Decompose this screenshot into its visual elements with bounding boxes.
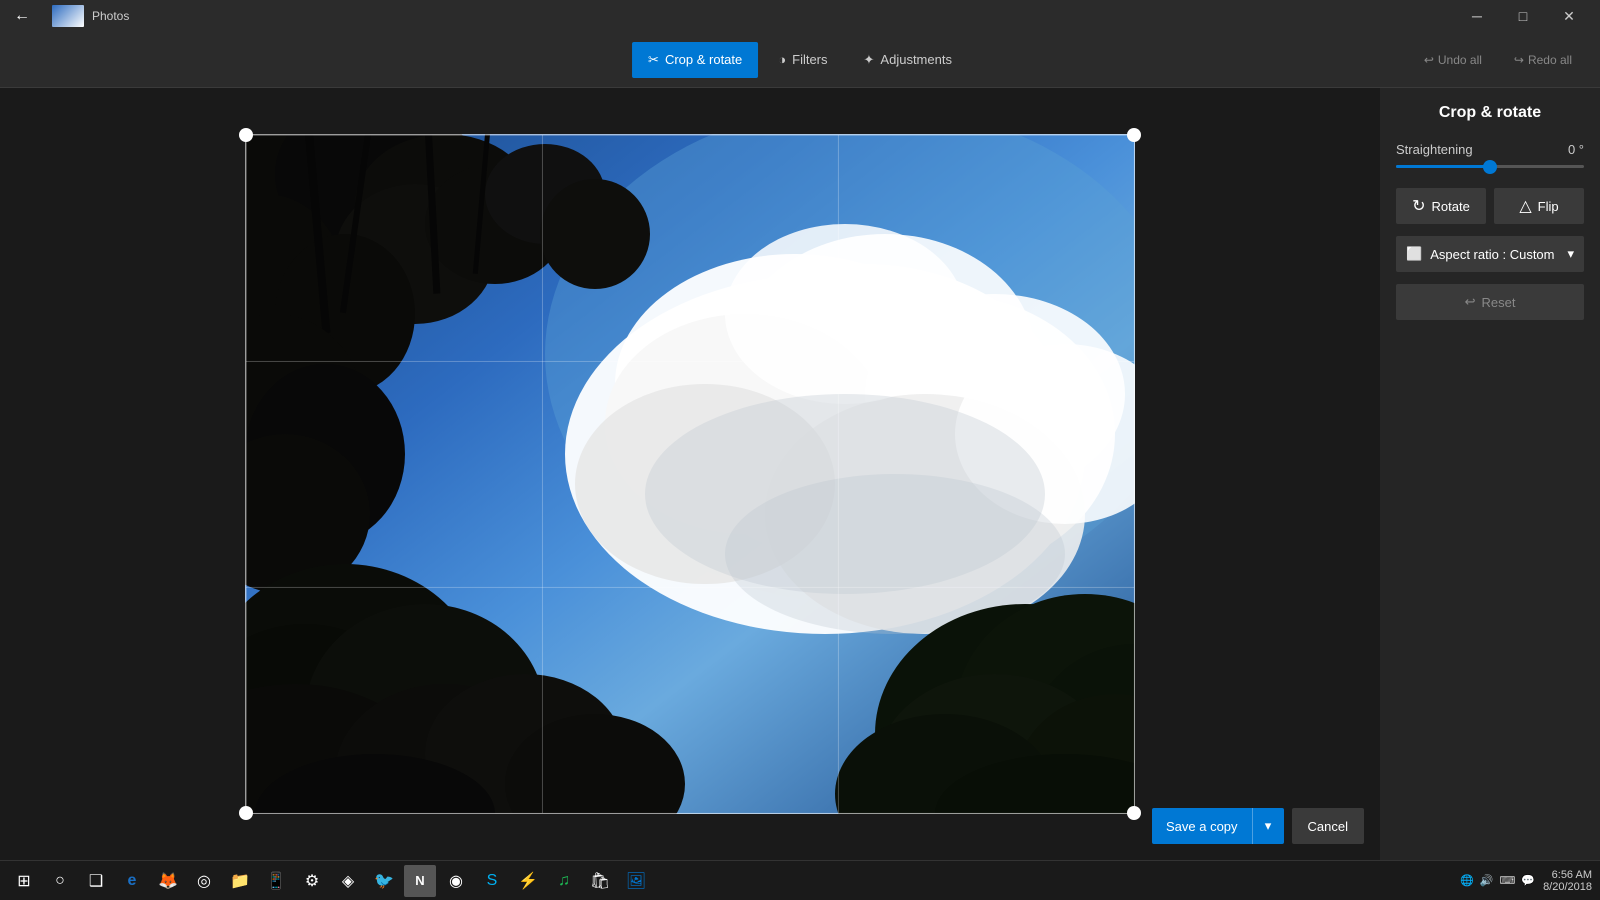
straightening-section: Straightening 0 ° <box>1396 142 1584 176</box>
canvas-area: Save a copy ▾ Cancel <box>0 88 1380 860</box>
photos-taskbar-icon[interactable]: 🖼 <box>620 865 652 897</box>
straightening-value: 0 ° <box>1568 142 1584 157</box>
aspect-ratio-label: Aspect ratio : Custom <box>1430 247 1554 262</box>
badge-app-icon[interactable]: N <box>404 865 436 897</box>
crop-overlay[interactable] <box>245 134 1135 814</box>
volume-icon: 🔊 <box>1480 874 1494 887</box>
reset-button[interactable]: ↩ Reset <box>1396 284 1584 320</box>
main-area: Save a copy ▾ Cancel Crop & rotate Strai… <box>0 88 1600 860</box>
toolbar-right: ↩ Undo all ↪ Redo all <box>1412 44 1584 76</box>
rotate-icon: ↻ <box>1412 196 1425 216</box>
close-button[interactable]: ✕ <box>1546 0 1592 32</box>
chrome-icon[interactable]: ◎ <box>188 865 220 897</box>
task-view-icon[interactable]: ❑ <box>80 865 112 897</box>
title-bar: ← Photos ─ □ ✕ <box>0 0 1600 32</box>
filters-icon: ◑ <box>778 52 786 67</box>
reset-icon: ↩ <box>1465 294 1476 310</box>
spotify-icon[interactable]: ♫ <box>548 865 580 897</box>
app-name: Photos <box>92 9 129 23</box>
undo-all-button[interactable]: ↩ Undo all <box>1412 44 1494 76</box>
straightening-label: Straightening <box>1396 142 1473 157</box>
toolbar: ✂ Crop & rotate ◑ Filters ✦ Adjustments … <box>0 32 1600 88</box>
straightening-slider-fill <box>1396 165 1490 168</box>
save-copy-button[interactable]: Save a copy ▾ <box>1152 808 1284 844</box>
edge-browser-icon[interactable]: e <box>116 865 148 897</box>
system-tray: 🌐 🔊 ⌨ 💬 <box>1460 874 1535 887</box>
straightening-label-row: Straightening 0 ° <box>1396 142 1584 157</box>
restore-button[interactable]: □ <box>1500 0 1546 32</box>
twitter-icon[interactable]: 🐦 <box>368 865 400 897</box>
crop-handle-top-left[interactable] <box>239 128 253 142</box>
straightening-slider-thumb[interactable] <box>1483 160 1497 174</box>
search-icon[interactable]: ○ <box>44 865 76 897</box>
panel-title: Crop & rotate <box>1396 104 1584 130</box>
title-bar-left: ← Photos <box>8 2 129 30</box>
back-button[interactable]: ← <box>8 2 36 30</box>
undo-icon: ↩ <box>1424 53 1434 67</box>
flip-button[interactable]: △ Flip <box>1494 188 1584 224</box>
minimize-button[interactable]: ─ <box>1454 0 1500 32</box>
notification-icon: 💬 <box>1521 874 1535 887</box>
explorer-icon[interactable]: 📁 <box>224 865 256 897</box>
redo-icon: ↪ <box>1514 53 1524 67</box>
aspect-ratio-icon: ⬜ <box>1406 246 1422 262</box>
start-icon[interactable]: ⊞ <box>8 865 40 897</box>
store-icon[interactable]: 🛍 <box>584 865 616 897</box>
redo-all-button[interactable]: ↪ Redo all <box>1502 44 1584 76</box>
toolbar-center: ✂ Crop & rotate ◑ Filters ✦ Adjustments <box>632 42 968 78</box>
taskbar: ⊞ ○ ❑ e 🦊 ◎ 📁 📱 ⚙ ◈ 🐦 N ◉ S ⚡ ♫ 🛍 🖼 🌐 🔊 … <box>0 860 1600 900</box>
cancel-button[interactable]: Cancel <box>1292 808 1364 844</box>
network-icon: 🌐 <box>1460 874 1474 887</box>
crop-handle-bottom-right[interactable] <box>1127 806 1141 820</box>
taskbar-left: ⊞ ○ ❑ e 🦊 ◎ 📁 📱 ⚙ ◈ 🐦 N ◉ S ⚡ ♫ 🛍 🖼 <box>8 865 652 897</box>
app-icon-2[interactable]: ◉ <box>440 865 472 897</box>
save-copy-dropdown-icon[interactable]: ▾ <box>1252 808 1284 844</box>
straightening-slider-track[interactable] <box>1396 165 1584 168</box>
settings-icon[interactable]: ⚙ <box>296 865 328 897</box>
flip-icon: △ <box>1519 196 1531 216</box>
right-panel: Crop & rotate Straightening 0 ° ↻ Rotate… <box>1380 88 1600 860</box>
image-container[interactable] <box>245 134 1135 814</box>
photo-thumbnail <box>52 5 84 27</box>
skype-icon[interactable]: S <box>476 865 508 897</box>
taskbar-time: 6:56 AM 8/20/2018 <box>1543 869 1592 893</box>
crop-icon: ✂ <box>648 52 659 68</box>
filters-tab[interactable]: ◑ Filters <box>762 42 843 78</box>
firefox-icon[interactable]: 🦊 <box>152 865 184 897</box>
crop-handle-bottom-left[interactable] <box>239 806 253 820</box>
crop-rotate-tab[interactable]: ✂ Crop & rotate <box>632 42 758 78</box>
window-controls: ─ □ ✕ <box>1454 0 1592 32</box>
adjustments-tab[interactable]: ✦ Adjustments <box>848 42 968 78</box>
rotate-button[interactable]: ↻ Rotate <box>1396 188 1486 224</box>
aspect-ratio-chevron-icon: ▾ <box>1567 246 1574 262</box>
adjustments-icon: ✦ <box>864 52 875 68</box>
tablet-mode-icon[interactable]: 📱 <box>260 865 292 897</box>
taskbar-right: 🌐 🔊 ⌨ 💬 6:56 AM 8/20/2018 <box>1460 869 1592 893</box>
app-icon-3[interactable]: ⚡ <box>512 865 544 897</box>
keyboard-icon: ⌨ <box>1499 874 1515 887</box>
rotate-flip-row: ↻ Rotate △ Flip <box>1396 188 1584 224</box>
crop-handle-top-right[interactable] <box>1127 128 1141 142</box>
aspect-ratio-dropdown[interactable]: ⬜ Aspect ratio : Custom ▾ <box>1396 236 1584 272</box>
app-icon-1[interactable]: ◈ <box>332 865 364 897</box>
bottom-actions: Save a copy ▾ Cancel <box>1152 808 1364 844</box>
